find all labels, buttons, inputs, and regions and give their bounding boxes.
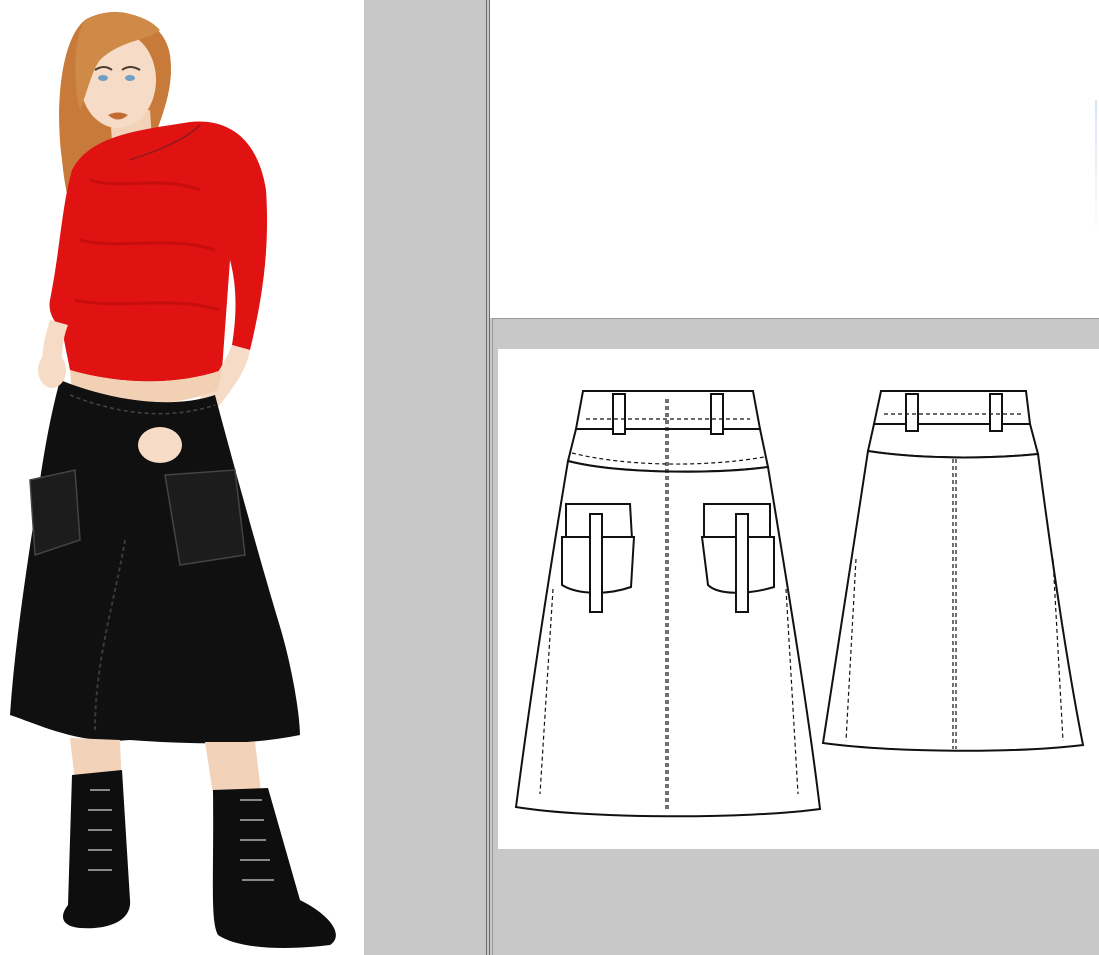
technical-sketches xyxy=(514,390,1085,818)
divider-line xyxy=(486,0,487,955)
back-view-sketch xyxy=(821,390,1085,752)
gray-divider xyxy=(364,0,486,955)
model-illustration xyxy=(10,12,336,948)
edge-mark xyxy=(1095,100,1097,240)
title-panel xyxy=(490,0,1099,318)
model-illustration-panel xyxy=(0,0,364,955)
technical-sketch-panel xyxy=(498,349,1099,849)
